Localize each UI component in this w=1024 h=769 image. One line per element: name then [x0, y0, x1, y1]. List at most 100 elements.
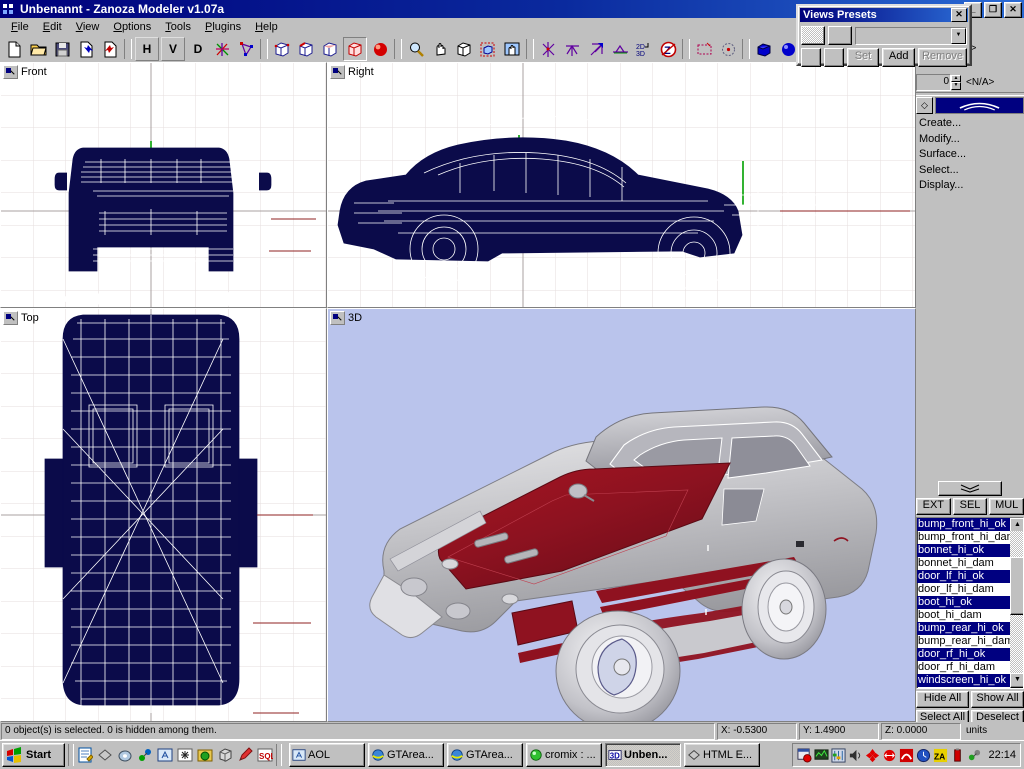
rotate-view-icon[interactable]: [453, 38, 475, 60]
list-item[interactable]: bonnet_hi_dam: [917, 557, 1023, 570]
select-faces-cube-icon[interactable]: [319, 38, 341, 60]
notepad-icon[interactable]: [77, 747, 93, 763]
move-tool-icon[interactable]: [537, 38, 559, 60]
taskbar-item-cromix[interactable]: cromix : ...: [526, 743, 602, 767]
select-menu-item[interactable]: Select...: [919, 163, 1024, 179]
chevron-down-icon[interactable]: ▼: [951, 27, 966, 44]
taskbar-item-html-editor[interactable]: HTML E...: [684, 743, 760, 767]
globe-folder-icon[interactable]: [197, 747, 213, 763]
list-item[interactable]: windscreen_hi_ok: [917, 673, 1023, 687]
vertices-icon[interactable]: [211, 38, 233, 60]
taskbar-item-gtarea-1[interactable]: GTArea...: [368, 743, 444, 767]
battery-icon[interactable]: [950, 747, 965, 763]
ext-button[interactable]: EXT: [916, 497, 951, 515]
show-all-button[interactable]: Show All: [971, 690, 1024, 708]
material-editor-icon[interactable]: [369, 38, 391, 60]
star-tool-icon[interactable]: [177, 747, 193, 763]
depth-lock-button[interactable]: D: [187, 38, 209, 60]
network-plug-icon[interactable]: [967, 748, 982, 763]
viewport-right[interactable]: Right: [327, 62, 916, 308]
pencil-icon[interactable]: [237, 747, 253, 763]
mirror-tool-icon[interactable]: [609, 38, 631, 60]
horizontal-lock-button[interactable]: H: [135, 37, 159, 61]
scroll-track[interactable]: [1010, 530, 1023, 675]
create-menu-item[interactable]: Create...: [919, 116, 1024, 132]
menu-tools[interactable]: Tools: [158, 19, 198, 35]
zoom-extents-icon[interactable]: [501, 38, 523, 60]
list-item[interactable]: door_lf_hi_ok: [917, 569, 1023, 583]
import-icon[interactable]: [75, 38, 97, 60]
scale-tool-icon[interactable]: [585, 38, 607, 60]
menu-plugins[interactable]: Plugins: [198, 19, 248, 35]
start-button[interactable]: Start: [2, 743, 65, 767]
list-item[interactable]: door_lf_hi_dam: [917, 583, 1023, 596]
spin-down-button[interactable]: ▼: [951, 82, 961, 90]
vertical-lock-button[interactable]: V: [161, 37, 185, 61]
select-edges-cube-icon[interactable]: [295, 38, 317, 60]
viewport-front[interactable]: Front: [0, 62, 327, 308]
preset-combo[interactable]: ▼: [855, 26, 967, 45]
antivirus-icon[interactable]: [899, 748, 914, 763]
list-item[interactable]: door_rf_hi_dam: [917, 661, 1023, 674]
restore-button[interactable]: ❐: [984, 2, 1002, 18]
pan-tool-icon[interactable]: [429, 38, 451, 60]
mul-button[interactable]: MUL: [989, 497, 1024, 515]
viewport-front-icon[interactable]: [3, 65, 18, 79]
viewport-right-icon[interactable]: [330, 65, 345, 79]
spin-up-button[interactable]: ▲: [951, 74, 961, 82]
zoom-tool-icon[interactable]: [405, 38, 427, 60]
close-icon[interactable]: ✕: [951, 8, 967, 22]
taskbar-item-aol[interactable]: AOL: [289, 743, 365, 767]
circle-select-icon[interactable]: [717, 38, 739, 60]
views-presets-titlebar[interactable]: Views Presets ✕: [800, 8, 968, 22]
rect-select-icon[interactable]: [693, 38, 715, 60]
list-item[interactable]: boot_hi_dam: [917, 609, 1023, 622]
red-diamond-icon[interactable]: [865, 748, 880, 763]
mixer-icon[interactable]: [831, 747, 846, 763]
menu-edit[interactable]: Edit: [36, 19, 69, 35]
list-item[interactable]: bonnet_hi_ok: [917, 543, 1023, 557]
viewport-3d[interactable]: 3D: [327, 308, 916, 722]
modify-menu-item[interactable]: Modify...: [919, 132, 1024, 148]
diamond-icon[interactable]: [97, 747, 113, 763]
taskbar-item-unbenannt[interactable]: 3D Unben...: [605, 743, 681, 767]
open-file-icon[interactable]: [27, 38, 49, 60]
clock-tray-icon[interactable]: [916, 748, 931, 763]
scroll-down-button[interactable]: ▼: [1010, 672, 1023, 688]
menu-options[interactable]: Options: [106, 19, 158, 35]
sync-arrows-icon[interactable]: [882, 748, 897, 763]
preset-slot-1[interactable]: [801, 26, 825, 45]
taskbar-item-gtarea-2[interactable]: GTArea...: [447, 743, 523, 767]
list-item[interactable]: bump_front_hi_dam: [917, 531, 1023, 544]
menu-view[interactable]: View: [69, 19, 107, 35]
calendar-clock-icon[interactable]: [797, 747, 812, 763]
object-list[interactable]: bump_front_hi_ok bump_front_hi_dam bonne…: [916, 516, 1024, 689]
object-list-scrollbar[interactable]: ▲ ▼: [1010, 517, 1023, 688]
menu-help[interactable]: Help: [248, 19, 285, 35]
volume-icon[interactable]: [848, 748, 863, 763]
export-icon[interactable]: [99, 38, 121, 60]
spin-buttons[interactable]: ▲ ▼: [951, 74, 961, 90]
viewport-3d-icon[interactable]: [330, 311, 345, 325]
menu-file[interactable]: File: [4, 19, 36, 35]
save-file-icon[interactable]: [51, 38, 73, 60]
list-item[interactable]: bump_rear_hi_dam: [917, 635, 1023, 648]
select-objects-cube-icon[interactable]: [343, 37, 367, 61]
create-box-icon[interactable]: [753, 38, 775, 60]
preset-slot-2[interactable]: [828, 26, 852, 45]
cd-icon[interactable]: [117, 747, 133, 763]
add-preset-button[interactable]: Add: [882, 48, 916, 67]
hide-all-button[interactable]: Hide All: [916, 690, 969, 708]
sql-icon[interactable]: SQL: [257, 747, 273, 763]
rotate-tool-icon[interactable]: [561, 38, 583, 60]
remove-preset-button[interactable]: Remove: [918, 48, 967, 67]
viewport-top-icon[interactable]: [3, 311, 18, 325]
sel-button[interactable]: SEL: [952, 497, 988, 515]
list-item[interactable]: boot_hi_ok: [917, 595, 1023, 609]
network-icon[interactable]: [137, 747, 153, 763]
monitor-icon[interactable]: [814, 748, 829, 763]
zonealarm-icon[interactable]: ZA: [933, 748, 948, 763]
cube-icon[interactable]: [217, 747, 233, 763]
list-item[interactable]: door_rf_hi_ok: [917, 647, 1023, 661]
zmodeler-logo-icon[interactable]: Z: [657, 38, 679, 60]
